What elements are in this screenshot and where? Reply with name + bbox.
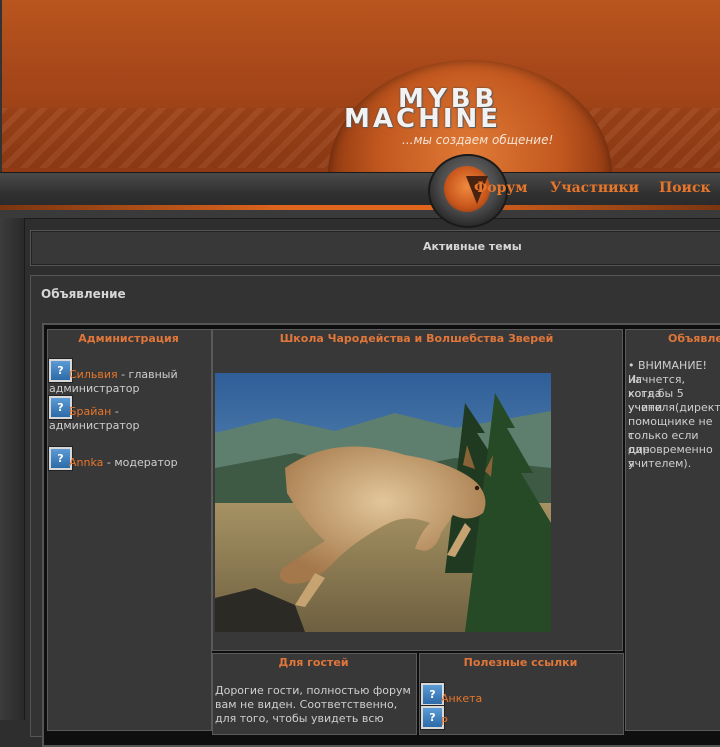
active-topics-link[interactable]: Активные темы	[423, 240, 522, 253]
active-topics-bar	[30, 230, 720, 266]
link-item: Р	[441, 715, 448, 729]
admin-member-3: Annka - модератор	[69, 456, 178, 470]
notice-line: учителем).	[628, 457, 692, 470]
notice-heading: Объявле	[668, 332, 720, 345]
lynx-image	[215, 373, 551, 632]
links-heading: Полезные ссылки	[463, 656, 578, 669]
admin-heading: Администрация	[78, 332, 179, 345]
nav-search[interactable]: Поиск	[659, 180, 711, 196]
site-slogan: ...мы создаем общение!	[402, 133, 554, 147]
member-link[interactable]: Сильвия	[69, 368, 118, 381]
guests-line: Дорогие гости, полностью форум	[215, 684, 411, 697]
member-role: -	[114, 405, 119, 418]
nav-forum[interactable]: Форум	[474, 180, 528, 196]
school-heading: Школа Чародейства и Волшебства Зверей	[279, 332, 554, 345]
link-item: Анкета	[441, 692, 482, 706]
left-rail	[0, 218, 25, 720]
link-second[interactable]: Р	[441, 715, 448, 728]
guests-line: вам не виден. Соответственно,	[215, 698, 398, 711]
nav-lower-bar	[0, 210, 720, 219]
member-role-cont: администратор	[49, 382, 140, 395]
link-anketa[interactable]: Анкета	[441, 692, 482, 705]
guests-heading: Для гостей	[278, 656, 349, 669]
admin-member-1: Сильвия - главный	[69, 368, 178, 382]
member-role: - модератор	[106, 456, 178, 469]
admin-member-2: Брайан -	[69, 405, 119, 419]
site-header	[0, 0, 720, 172]
guests-line: для того, чтобы увидеть всю	[215, 712, 384, 725]
member-link[interactable]: Брайан	[69, 405, 111, 418]
announcement-title: Объявление	[41, 287, 126, 301]
member-role-cont: администратор	[49, 419, 140, 432]
logo-text-bottom[interactable]: MACHINE	[344, 104, 501, 134]
notice-line: учителя(директ	[628, 401, 720, 414]
header-edge	[0, 0, 2, 172]
nav-members[interactable]: Участники	[550, 180, 639, 196]
member-role: - главный	[121, 368, 178, 381]
member-link[interactable]: Annka	[69, 456, 103, 469]
lynx-photo	[215, 373, 551, 632]
